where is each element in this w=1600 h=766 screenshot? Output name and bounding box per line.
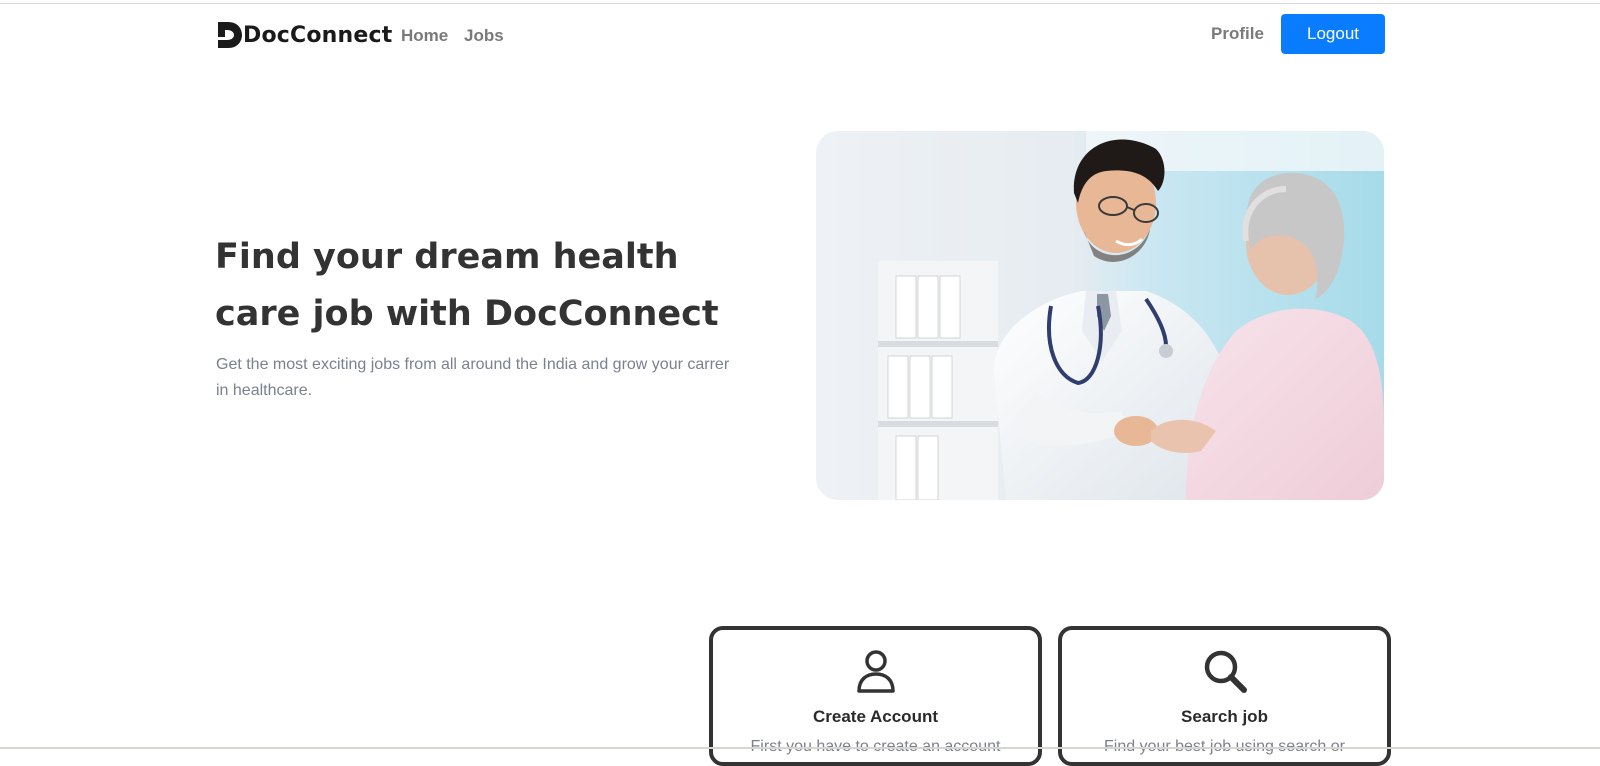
nav-link-home[interactable]: Home — [401, 26, 448, 46]
hero-image — [816, 131, 1384, 500]
search-icon — [1204, 650, 1247, 693]
logout-button[interactable]: Logout — [1281, 14, 1385, 54]
card-title: Create Account — [812, 707, 938, 726]
user-icon — [856, 650, 895, 693]
nav-link-jobs[interactable]: Jobs — [464, 26, 504, 46]
step-card-create-account: Create Account First you have to create … — [709, 626, 1042, 766]
doctor-patient-photo — [816, 131, 1384, 500]
brand-name: DocConnect — [243, 22, 393, 48]
nav-link-profile[interactable]: Profile — [1211, 24, 1264, 44]
top-border — [0, 3, 1600, 4]
hero-subtitle: Get the most exciting jobs from all arou… — [216, 356, 730, 399]
brand-logo-link[interactable]: DocConnect — [216, 20, 392, 50]
card-title: Search job — [1181, 707, 1268, 726]
navbar: DocConnect Home Jobs Profile Logout — [216, 14, 1385, 54]
hero-title: Find your dream health care job with Doc… — [215, 237, 719, 334]
step-card-search-job: Search job Find your best job using sear… — [1058, 626, 1391, 766]
docconnect-logo-icon — [218, 22, 242, 48]
